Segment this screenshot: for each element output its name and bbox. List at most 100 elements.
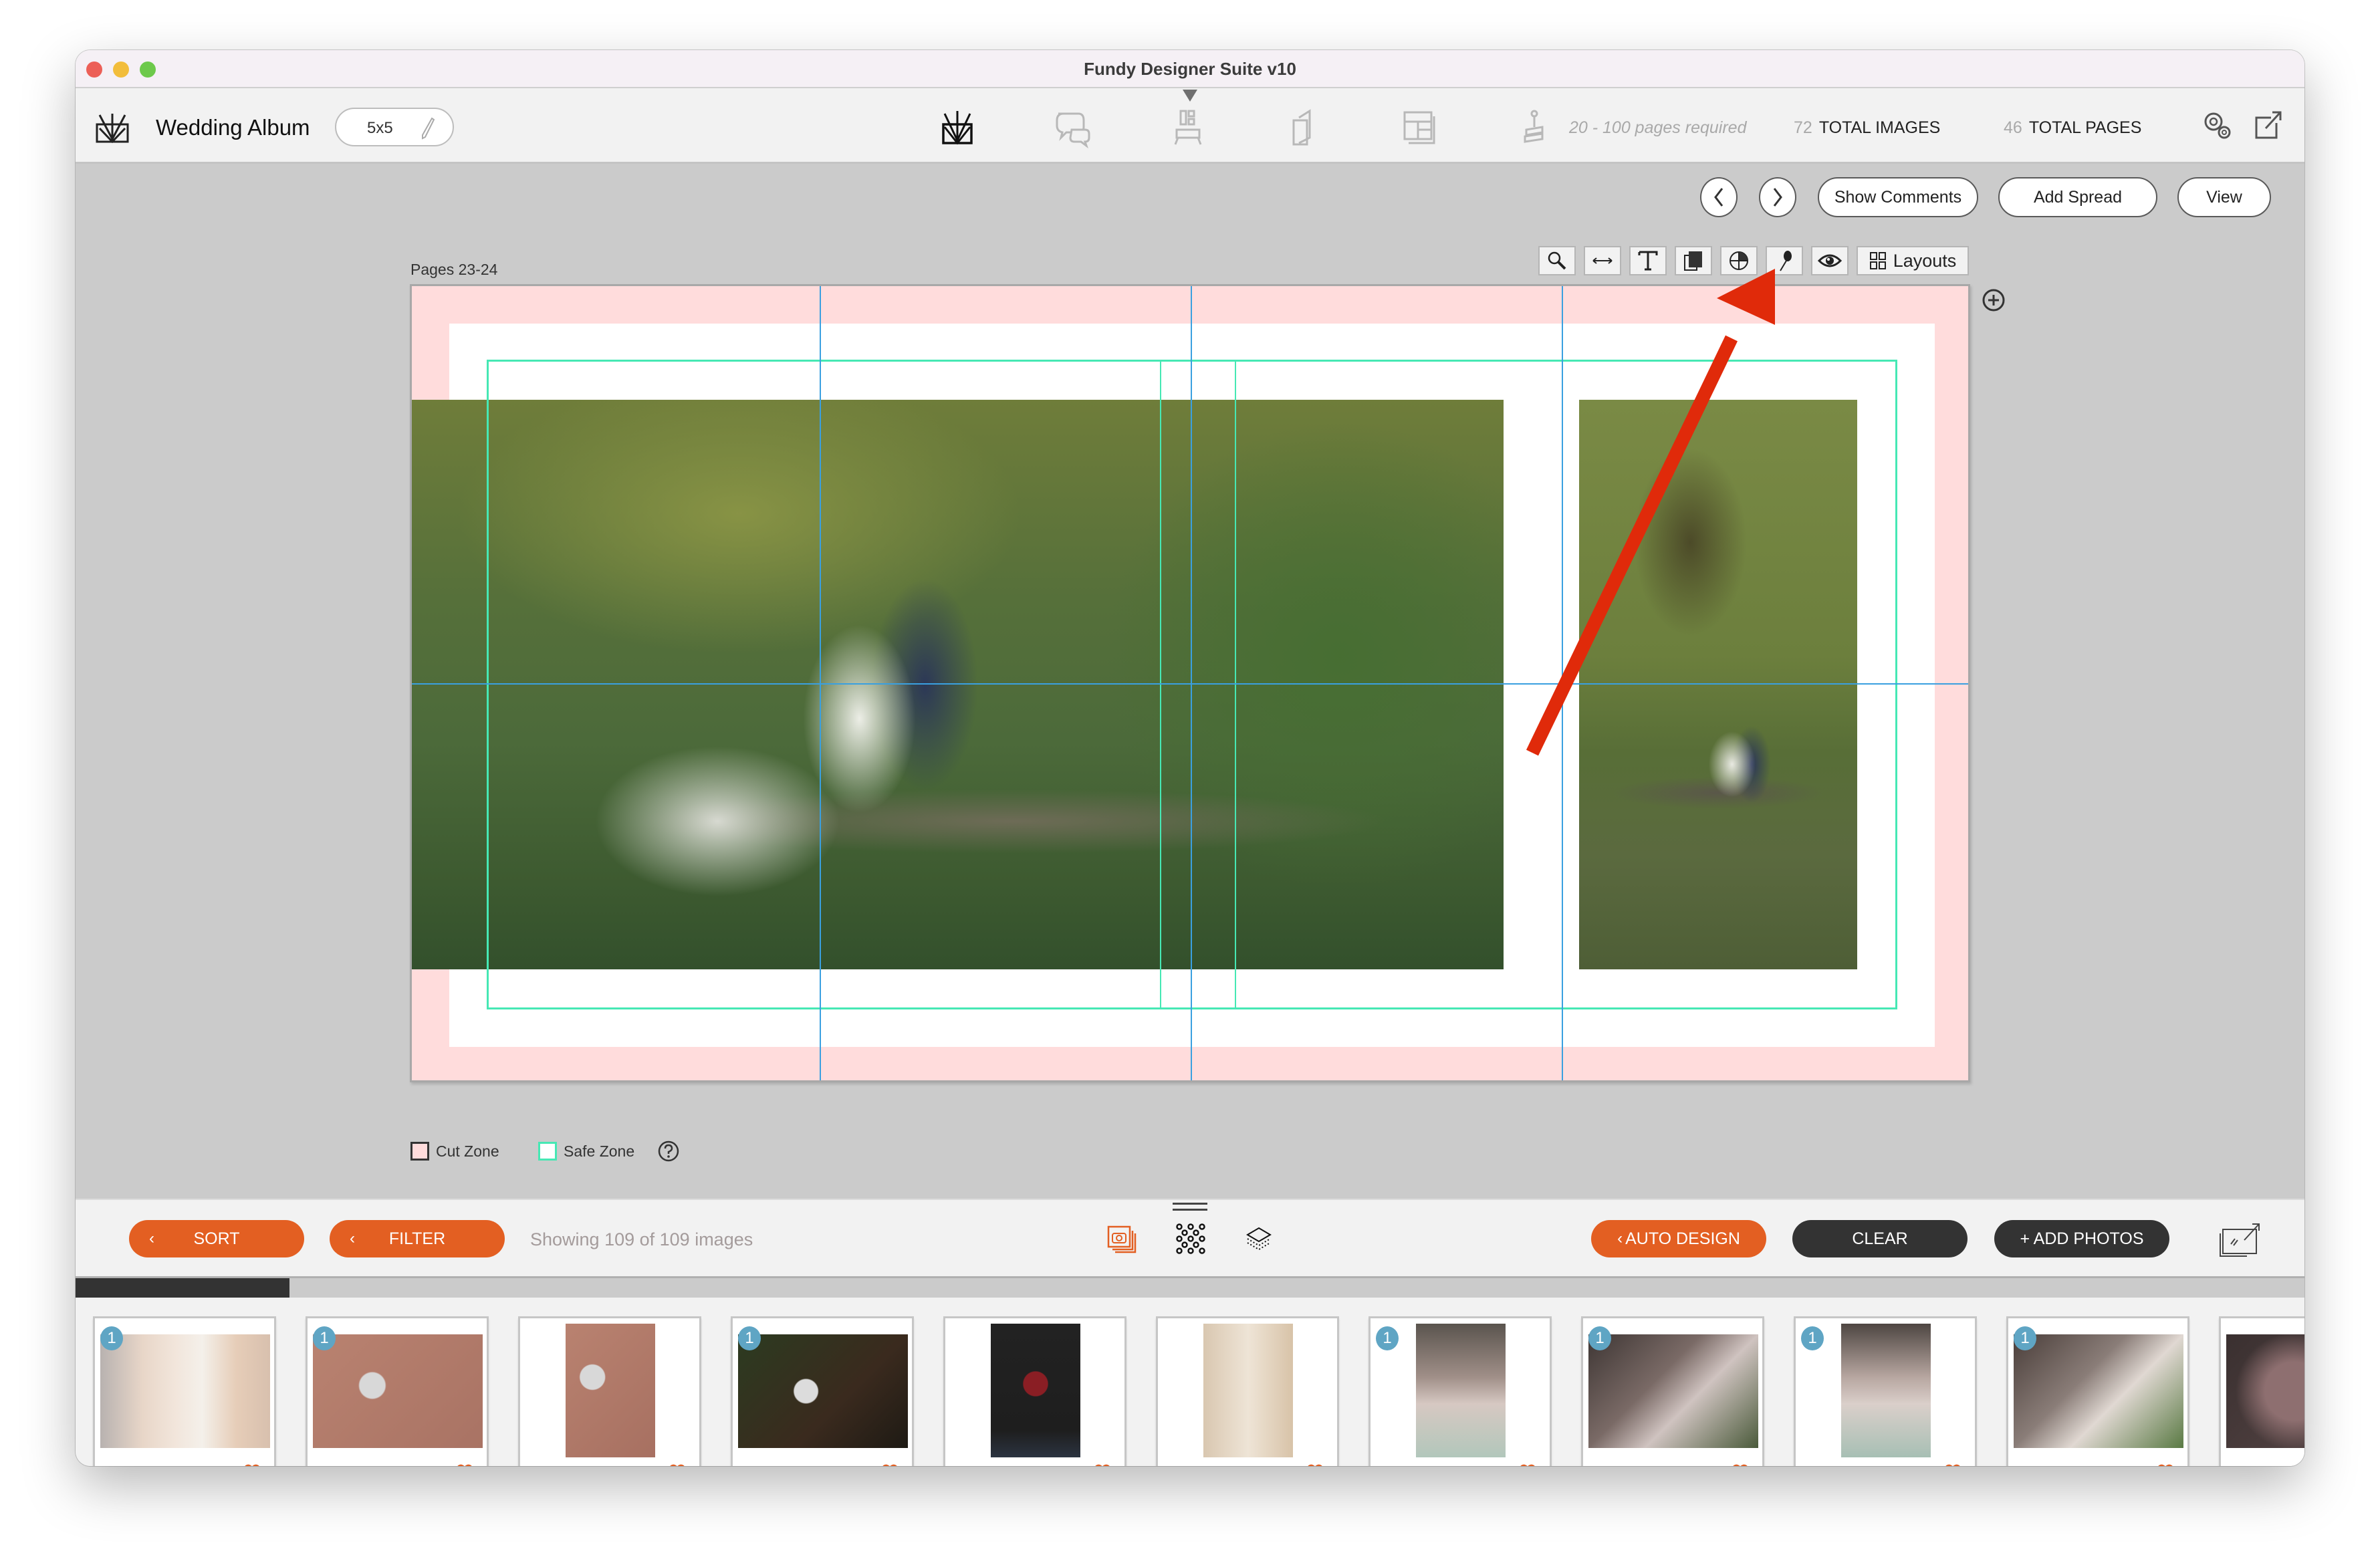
star-filled-icon[interactable]: ★ xyxy=(356,1465,370,1466)
star-rating[interactable]: ★★★★★ xyxy=(781,1465,850,1466)
star-filled-icon[interactable]: ★ xyxy=(1645,1465,1659,1466)
star-rating[interactable]: ★★★★☆ xyxy=(1844,1465,1913,1466)
add-page-plus-icon[interactable] xyxy=(1981,287,2006,313)
sort-button[interactable]: ‹ SORT xyxy=(129,1220,304,1257)
thumbnail-image[interactable] xyxy=(2226,1334,2304,1448)
thumbnail-card[interactable]: 1☆☆☆☆☆ xyxy=(1368,1316,1552,1466)
star-empty-icon[interactable]: ☆ xyxy=(1446,1465,1460,1466)
star-filled-icon[interactable]: ★ xyxy=(610,1465,624,1466)
favorite-heart-icon[interactable] xyxy=(669,1463,686,1466)
star-filled-icon[interactable]: ★ xyxy=(568,1465,582,1466)
favorite-heart-icon[interactable] xyxy=(1094,1463,1111,1466)
star-rating[interactable]: ★★★★☆ xyxy=(1631,1465,1701,1466)
thumbnail-image[interactable] xyxy=(738,1334,908,1448)
star-empty-icon[interactable]: ☆ xyxy=(170,1465,185,1466)
star-filled-icon[interactable]: ★ xyxy=(836,1465,850,1466)
thumbnail-scrollbar[interactable] xyxy=(76,1276,2304,1298)
star-empty-icon[interactable]: ☆ xyxy=(2056,1465,2070,1466)
thumbnail-image[interactable] xyxy=(566,1324,655,1457)
photos-view-icon[interactable] xyxy=(1106,1220,1139,1257)
star-empty-icon[interactable]: ☆ xyxy=(2098,1465,2112,1466)
star-empty-icon[interactable]: ☆ xyxy=(157,1465,171,1466)
star-empty-icon[interactable]: ☆ xyxy=(1899,1465,1913,1466)
pin-tool-button[interactable] xyxy=(1766,246,1803,275)
thumbnail-image[interactable] xyxy=(1588,1334,1758,1448)
thumbnail-image[interactable] xyxy=(1203,1324,1293,1457)
favorite-heart-icon[interactable] xyxy=(1306,1463,1324,1466)
thumbnail-card[interactable]: 1★★★★☆ xyxy=(1581,1316,1764,1466)
star-empty-icon[interactable]: ☆ xyxy=(1419,1465,1433,1466)
thumbnail-card[interactable]: 1★★★★★ xyxy=(306,1316,489,1466)
previous-spread-button[interactable] xyxy=(1700,177,1738,217)
star-filled-icon[interactable]: ★ xyxy=(795,1465,809,1466)
star-rating[interactable]: ☆☆☆☆☆ xyxy=(1419,1465,1488,1466)
filter-button[interactable]: ‹ FILTER xyxy=(330,1220,505,1257)
star-filled-icon[interactable]: ★ xyxy=(1021,1465,1035,1466)
star-filled-icon[interactable]: ★ xyxy=(370,1465,384,1466)
star-filled-icon[interactable]: ★ xyxy=(411,1465,425,1466)
album-logo-icon[interactable] xyxy=(93,112,132,143)
color-tool-button[interactable] xyxy=(1720,246,1758,275)
star-rating[interactable]: ☆☆☆☆☆ xyxy=(2056,1465,2126,1466)
guide-horizontal-center[interactable] xyxy=(412,683,1968,685)
sales-mode-icon[interactable] xyxy=(1513,107,1554,148)
star-empty-icon[interactable]: ☆ xyxy=(1247,1465,1262,1466)
settings-gear-icon[interactable] xyxy=(2200,108,2234,142)
star-empty-icon[interactable]: ☆ xyxy=(2283,1465,2297,1466)
star-empty-icon[interactable]: ☆ xyxy=(1460,1465,1474,1466)
favorite-heart-icon[interactable] xyxy=(456,1463,473,1466)
layer-tool-button[interactable] xyxy=(1675,246,1712,275)
favorite-heart-icon[interactable] xyxy=(1519,1463,1536,1466)
star-filled-icon[interactable]: ★ xyxy=(808,1465,822,1466)
grid-dots-view-icon[interactable] xyxy=(1174,1220,1207,1257)
star-rating[interactable]: ★★★★☆ xyxy=(993,1465,1063,1466)
star-filled-icon[interactable]: ★ xyxy=(993,1465,1007,1466)
products-mode-icon[interactable] xyxy=(1283,107,1324,148)
thumbnail-image[interactable] xyxy=(100,1334,270,1448)
card-designer-mode-icon[interactable] xyxy=(1398,107,1439,148)
text-tool-button[interactable] xyxy=(1629,246,1667,275)
album-designer-mode-icon[interactable] xyxy=(937,107,978,148)
star-empty-icon[interactable]: ☆ xyxy=(1433,1465,1447,1466)
help-question-icon[interactable] xyxy=(657,1140,680,1163)
thumbnail-image[interactable] xyxy=(313,1334,483,1448)
favorite-heart-icon[interactable] xyxy=(881,1463,899,1466)
star-empty-icon[interactable]: ☆ xyxy=(2112,1465,2126,1466)
layers-stack-icon[interactable] xyxy=(1242,1220,1276,1257)
thumbnail-image[interactable] xyxy=(991,1324,1080,1457)
thumbnail-image[interactable] xyxy=(1416,1324,1506,1457)
proofing-comments-mode-icon[interactable] xyxy=(1052,107,1093,148)
favorite-heart-icon[interactable] xyxy=(1732,1463,1749,1466)
star-empty-icon[interactable]: ☆ xyxy=(185,1465,199,1466)
star-filled-icon[interactable]: ★ xyxy=(1631,1465,1645,1466)
star-filled-icon[interactable]: ★ xyxy=(397,1465,411,1466)
star-empty-icon[interactable]: ☆ xyxy=(1049,1465,1063,1466)
thumbnail-card[interactable]: 1★★★★★ xyxy=(731,1316,914,1466)
zoom-tool-button[interactable] xyxy=(1538,246,1576,275)
thumbnail-image[interactable] xyxy=(1841,1324,1931,1457)
star-filled-icon[interactable]: ★ xyxy=(1206,1465,1220,1466)
cut-zone-swatch[interactable] xyxy=(410,1142,429,1161)
view-button[interactable]: View xyxy=(2177,177,2271,217)
star-filled-icon[interactable]: ★ xyxy=(1220,1465,1234,1466)
star-empty-icon[interactable]: ☆ xyxy=(143,1465,157,1466)
favorite-heart-icon[interactable] xyxy=(1944,1463,1961,1466)
star-filled-icon[interactable]: ★ xyxy=(383,1465,397,1466)
star-filled-icon[interactable]: ★ xyxy=(781,1465,795,1466)
star-filled-icon[interactable]: ★ xyxy=(582,1465,596,1466)
favorite-heart-icon[interactable] xyxy=(2157,1463,2174,1466)
safe-zone-swatch[interactable] xyxy=(538,1142,557,1161)
star-filled-icon[interactable]: ★ xyxy=(596,1465,610,1466)
star-filled-icon[interactable]: ★ xyxy=(1858,1465,1872,1466)
star-empty-icon[interactable]: ☆ xyxy=(2269,1465,2283,1466)
wall-art-mode-icon[interactable] xyxy=(1167,107,1209,148)
favorite-heart-icon[interactable] xyxy=(243,1463,261,1466)
star-filled-icon[interactable]: ★ xyxy=(1871,1465,1885,1466)
clear-button[interactable]: CLEAR xyxy=(1792,1220,1968,1257)
auto-design-button[interactable]: ‹ AUTO DESIGN xyxy=(1591,1220,1766,1257)
layouts-button[interactable]: Layouts xyxy=(1857,246,1969,275)
star-empty-icon[interactable]: ☆ xyxy=(2070,1465,2085,1466)
panel-resize-handle[interactable] xyxy=(1173,1203,1207,1211)
preview-tool-button[interactable] xyxy=(1811,246,1849,275)
star-empty-icon[interactable]: ☆ xyxy=(2296,1465,2304,1466)
